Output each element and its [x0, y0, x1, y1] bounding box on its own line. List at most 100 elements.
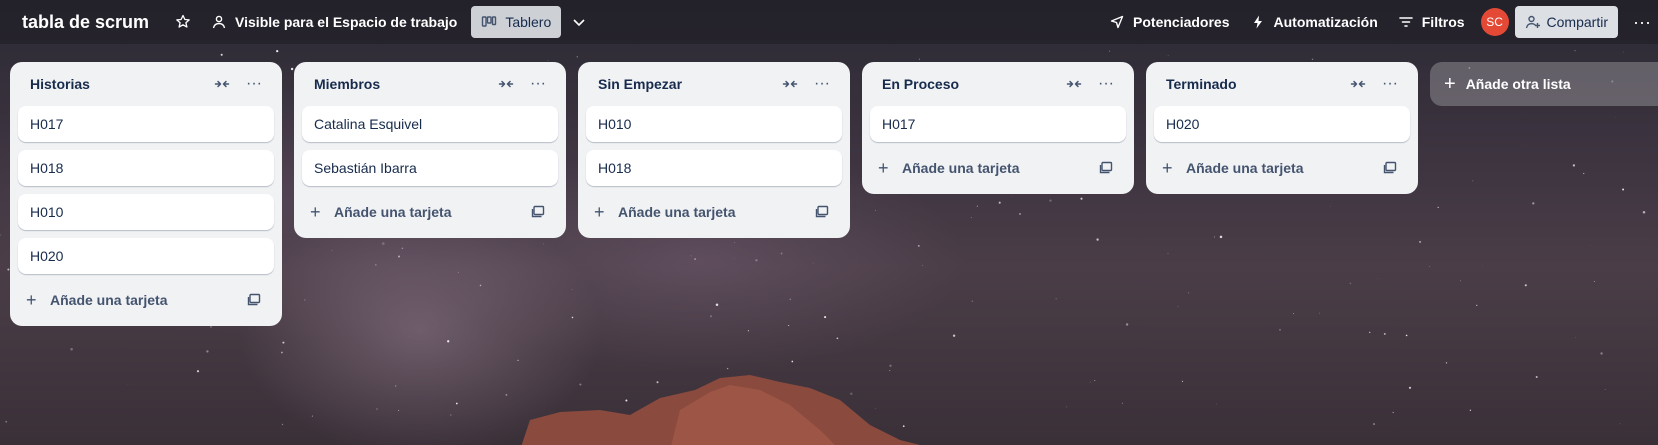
add-list-label: Añade otra lista — [1465, 76, 1571, 92]
star-dot — [1319, 312, 1321, 314]
card[interactable]: H020 — [18, 238, 274, 274]
card[interactable]: H010 — [586, 106, 842, 142]
filters-button[interactable]: Filtros — [1388, 6, 1475, 38]
collapse-list-button[interactable] — [490, 68, 522, 100]
list-menu-button[interactable]: ··· — [1090, 68, 1122, 100]
card[interactable]: H017 — [870, 106, 1126, 142]
star-dot — [1019, 213, 1021, 215]
more-icon: ··· — [1382, 75, 1398, 92]
list-column[interactable]: En Proceso ··· H017 + Añade una tarjeta — [862, 62, 1134, 194]
view-switcher-button[interactable] — [561, 6, 597, 38]
list-title[interactable]: Historias — [30, 76, 206, 92]
board-title[interactable]: tabla de scrum — [22, 12, 149, 33]
star-dot — [505, 394, 508, 396]
list-menu-button[interactable]: ··· — [238, 68, 270, 100]
list-column[interactable]: Historias ··· H017 H018 H010 H020 + Añade una t… — [10, 62, 282, 326]
card-title: H018 — [598, 160, 632, 176]
star-dot — [547, 60, 549, 61]
powerups-button[interactable]: Potenciadores — [1099, 6, 1239, 38]
star-dot — [788, 325, 790, 326]
star-dot — [457, 272, 459, 273]
visibility-button[interactable]: Visible para el Espacio de trabajo — [201, 6, 467, 38]
collapse-list-button[interactable] — [1058, 68, 1090, 100]
rock-formation-background — [521, 375, 920, 445]
star-dot — [0, 234, 1, 236]
card[interactable]: Sebastián Ibarra — [302, 150, 558, 186]
list-title[interactable]: Miembros — [314, 76, 490, 92]
add-card-button[interactable]: Añade una tarjeta — [334, 204, 522, 220]
list-header: Terminado ··· — [1154, 62, 1410, 106]
list-column[interactable]: Sin Empezar ··· H010 H018 + Añade una tarjeta — [578, 62, 850, 238]
star-dot — [690, 255, 692, 257]
list-menu-button[interactable]: ··· — [806, 68, 838, 100]
star-dot — [311, 415, 313, 417]
star-dot — [1469, 409, 1472, 411]
add-card-button[interactable]: Añade una tarjeta — [50, 292, 238, 308]
star-dot — [971, 300, 974, 302]
collapse-list-button[interactable] — [774, 68, 806, 100]
star-dot — [836, 337, 839, 340]
star-dot — [715, 303, 719, 307]
star-dot — [1372, 423, 1376, 426]
plus-icon: + — [878, 157, 889, 178]
card-title: Catalina Esquivel — [314, 116, 423, 132]
board-menu-button[interactable]: ··· — [1626, 6, 1658, 38]
people-icon — [212, 15, 226, 29]
view-label: Tablero — [505, 14, 552, 30]
star-dot — [1213, 236, 1215, 238]
star-dot — [1437, 206, 1439, 209]
star-dot — [1188, 292, 1190, 294]
collapse-icon — [498, 80, 514, 88]
create-from-template-button[interactable] — [1374, 152, 1406, 184]
card[interactable]: H017 — [18, 106, 274, 142]
add-list-button[interactable]: + Añade otra lista — [1430, 62, 1658, 106]
add-person-icon — [1525, 15, 1540, 29]
collapse-list-button[interactable] — [1342, 68, 1374, 100]
star-dot — [1096, 238, 1099, 241]
collapse-icon — [1066, 80, 1082, 88]
rocket-icon — [1110, 15, 1124, 29]
star-dot — [374, 264, 377, 266]
star-dot — [576, 56, 578, 58]
card-title: H010 — [598, 116, 632, 132]
star-dot — [889, 364, 892, 367]
board-icon — [482, 16, 497, 27]
star-button[interactable] — [165, 6, 201, 38]
add-card-button[interactable]: Añade una tarjeta — [902, 160, 1090, 176]
star-dot — [791, 360, 794, 363]
star-dot — [304, 299, 306, 301]
list-title[interactable]: Terminado — [1166, 76, 1342, 92]
list-menu-button[interactable]: ··· — [522, 68, 554, 100]
automation-button[interactable]: Automatización — [1240, 6, 1388, 38]
card[interactable]: H010 — [18, 194, 274, 230]
create-from-template-button[interactable] — [238, 284, 270, 316]
card[interactable]: H018 — [586, 150, 842, 186]
create-from-template-button[interactable] — [522, 196, 554, 228]
card[interactable]: H018 — [18, 150, 274, 186]
star-dot — [70, 347, 73, 351]
create-from-template-button[interactable] — [1090, 152, 1122, 184]
list-menu-button[interactable]: ··· — [1374, 68, 1406, 100]
board-view-button[interactable]: Tablero — [471, 6, 562, 38]
share-button[interactable]: Compartir — [1514, 6, 1618, 38]
star-dot — [281, 423, 284, 426]
list-column[interactable]: Terminado ··· H020 + Añade una tarjeta — [1146, 62, 1418, 194]
list-title[interactable]: Sin Empezar — [598, 76, 774, 92]
collapse-list-button[interactable] — [206, 68, 238, 100]
add-card-button[interactable]: Añade una tarjeta — [1186, 160, 1374, 176]
create-from-template-button[interactable] — [806, 196, 838, 228]
star-dot — [517, 359, 519, 362]
star-dot — [1472, 180, 1474, 182]
avatar-initials: SC — [1486, 15, 1503, 29]
list-column[interactable]: Miembros ··· Catalina Esquivel Sebastián Ib… — [294, 62, 566, 238]
star-dot — [409, 336, 410, 338]
collapse-icon — [214, 80, 230, 88]
avatar[interactable]: SC — [1480, 8, 1509, 36]
card[interactable]: Catalina Esquivel — [302, 106, 558, 142]
list-title[interactable]: En Proceso — [882, 76, 1058, 92]
star-dot — [1094, 379, 1096, 381]
card[interactable]: H020 — [1154, 106, 1410, 142]
add-card-button[interactable]: Añade una tarjeta — [618, 204, 806, 220]
star-dot — [276, 49, 279, 53]
star-dot — [694, 258, 697, 261]
